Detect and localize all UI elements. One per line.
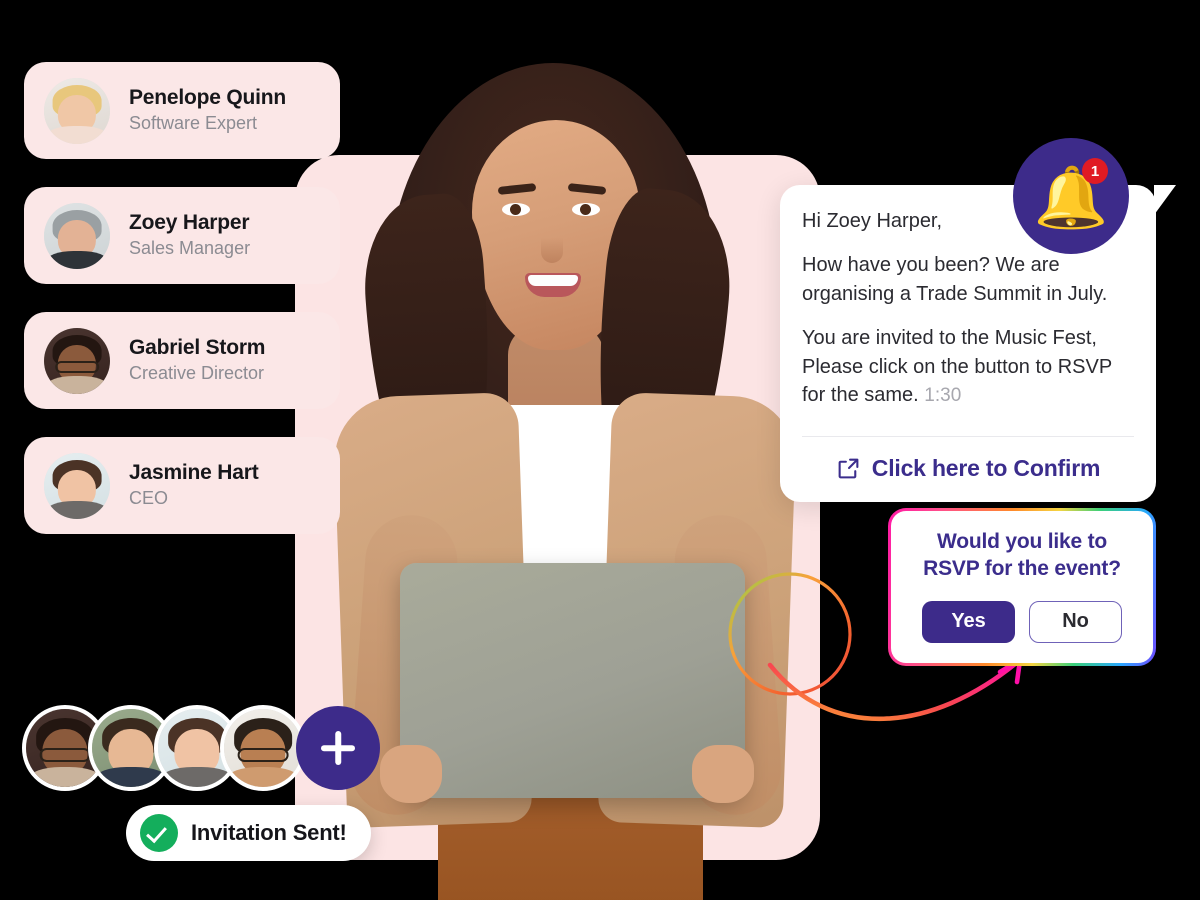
screenshot-canvas: Penelope Quinn Software Expert Zoey Harp… — [0, 0, 1200, 900]
hero-eye-left — [502, 203, 530, 216]
external-link-icon — [838, 458, 859, 479]
glasses-icon — [55, 360, 99, 374]
hero-teeth — [528, 275, 578, 286]
contact-card[interactable]: Gabriel Storm Creative Director — [24, 312, 340, 409]
message-timestamp: 1:30 — [924, 384, 962, 406]
message-bubble-tail — [1154, 185, 1176, 215]
hero-mouth — [525, 273, 581, 297]
contact-text: Gabriel Storm Creative Director — [129, 336, 265, 385]
invitation-sent-toast: Invitation Sent! — [126, 805, 371, 861]
rsvp-no-button[interactable]: No — [1029, 600, 1122, 643]
rsvp-actions: Yes No — [911, 600, 1133, 643]
contact-name: Gabriel Storm — [129, 336, 266, 360]
rsvp-card: Would you like to RSVP for the event? Ye… — [888, 508, 1156, 666]
rsvp-question: Would you like to RSVP for the event? — [923, 530, 1121, 580]
rsvp-yes-button[interactable]: Yes — [922, 600, 1015, 643]
contact-name: Zoey Harper — [129, 211, 250, 235]
contact-name: Jasmine Hart — [129, 461, 259, 485]
glasses-icon — [39, 748, 91, 763]
hero-eye-right — [572, 203, 600, 216]
contact-role: Creative Director — [129, 363, 265, 384]
contact-name: Penelope Quinn — [129, 86, 287, 110]
hero-hand-right — [692, 745, 754, 803]
contact-text: Penelope Quinn Software Expert — [129, 86, 286, 135]
check-circle-icon — [140, 814, 178, 852]
contact-text: Jasmine Hart CEO — [129, 461, 259, 510]
avatar-stack — [22, 705, 380, 791]
confirm-link-label: Click here to Confirm — [871, 454, 1101, 481]
glasses-icon — [237, 748, 289, 763]
message-paragraph-1: How have you been? We are organising a T… — [802, 254, 1108, 305]
add-member-button[interactable] — [296, 706, 380, 790]
notification-count-badge: 1 — [1082, 158, 1108, 184]
invitation-sent-label: Invitation Sent! — [191, 820, 347, 845]
avatar — [44, 327, 110, 394]
stack-avatar[interactable] — [220, 705, 306, 791]
avatar — [44, 452, 110, 519]
contact-card[interactable]: Zoey Harper Sales Manager — [24, 187, 340, 284]
contact-list: Penelope Quinn Software Expert Zoey Harp… — [24, 62, 340, 562]
contact-role: Sales Manager — [129, 238, 251, 259]
contact-role: Software Expert — [129, 113, 258, 134]
message-paragraph-2: You are invited to the Music Fest, Pleas… — [802, 324, 1134, 410]
avatar — [44, 77, 110, 144]
contact-text: Zoey Harper Sales Manager — [129, 211, 250, 260]
confirm-link[interactable]: Click here to Confirm — [780, 437, 1156, 502]
notification-bell-badge[interactable]: 🔔 1 — [1013, 138, 1129, 254]
rsvp-card-inner: Would you like to RSVP for the event? Ye… — [891, 511, 1153, 663]
hero-nose — [541, 221, 563, 263]
contact-role: CEO — [129, 488, 169, 509]
avatar — [44, 202, 110, 269]
contact-card[interactable]: Penelope Quinn Software Expert — [24, 62, 340, 159]
hero-person-photo — [330, 45, 800, 900]
hero-hand-left — [380, 745, 442, 803]
contact-card[interactable]: Jasmine Hart CEO — [24, 437, 340, 534]
